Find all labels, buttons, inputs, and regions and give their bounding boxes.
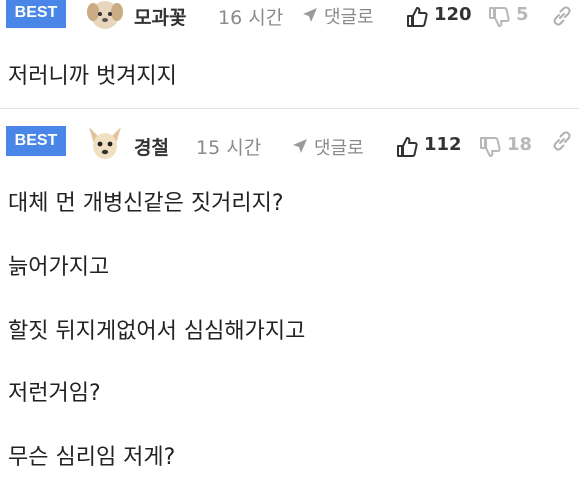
comment-text-line: 무슨 심리임 저게? [8, 445, 176, 470]
comment-text-line: 할짓 뒤지게없어서 심심해가지고 [8, 319, 306, 344]
like-count: 120 [434, 4, 472, 25]
thumbs-down-icon [480, 137, 501, 157]
link-icon[interactable] [551, 5, 573, 27]
comment-text-line: 대체 먼 개병신같은 짓거리지? [8, 191, 284, 216]
comment-text-line: 늙어가지고 [8, 255, 110, 280]
comment-header: BEST 모과꽃 16 시간 댓글로 120 5 [0, 0, 579, 36]
timestamp: 16 시간 [218, 7, 284, 29]
thumbs-down-icon [489, 7, 510, 27]
reply-arrow-icon [293, 139, 307, 153]
reply-label: 댓글로 [324, 7, 374, 28]
comment-header: BEST 경철 15 시간 댓글로 112 18 [0, 124, 579, 160]
timestamp: 15 시간 [196, 137, 262, 159]
reply-arrow-icon [303, 8, 317, 22]
best-badge: BEST [6, 126, 66, 156]
comment-text-line: 저런거임? [8, 381, 101, 406]
dislike-count: 5 [516, 4, 529, 25]
like-button[interactable]: 120 [406, 4, 476, 28]
comment-1: BEST 모과꽃 16 시간 댓글로 120 5 저러니까 벗겨지지 [0, 0, 579, 108]
nickname[interactable]: 경철 [134, 133, 169, 160]
puppy-avatar[interactable] [86, 0, 124, 32]
comment-text-line: 저러니까 벗겨지지 [8, 64, 177, 89]
like-count: 112 [424, 134, 462, 155]
dislike-button[interactable]: 18 [479, 134, 533, 158]
dislike-button[interactable]: 5 [488, 4, 538, 28]
reply-button[interactable]: 댓글로 [302, 3, 392, 28]
comment-2: BEST 경철 15 시간 댓글로 112 18 대체 먼 개병신같은 짓거리지… [0, 108, 579, 481]
like-button[interactable]: 112 [396, 134, 466, 158]
reply-button[interactable]: 댓글로 [292, 134, 382, 159]
thumbs-up-icon [407, 7, 428, 27]
thumbs-up-icon [397, 137, 418, 157]
best-badge: BEST [6, 0, 66, 28]
reply-label: 댓글로 [314, 138, 364, 159]
dislike-count: 18 [507, 134, 533, 155]
chihuahua-avatar[interactable] [86, 124, 124, 162]
link-icon[interactable] [551, 130, 573, 152]
nickname[interactable]: 모과꽃 [134, 3, 186, 30]
